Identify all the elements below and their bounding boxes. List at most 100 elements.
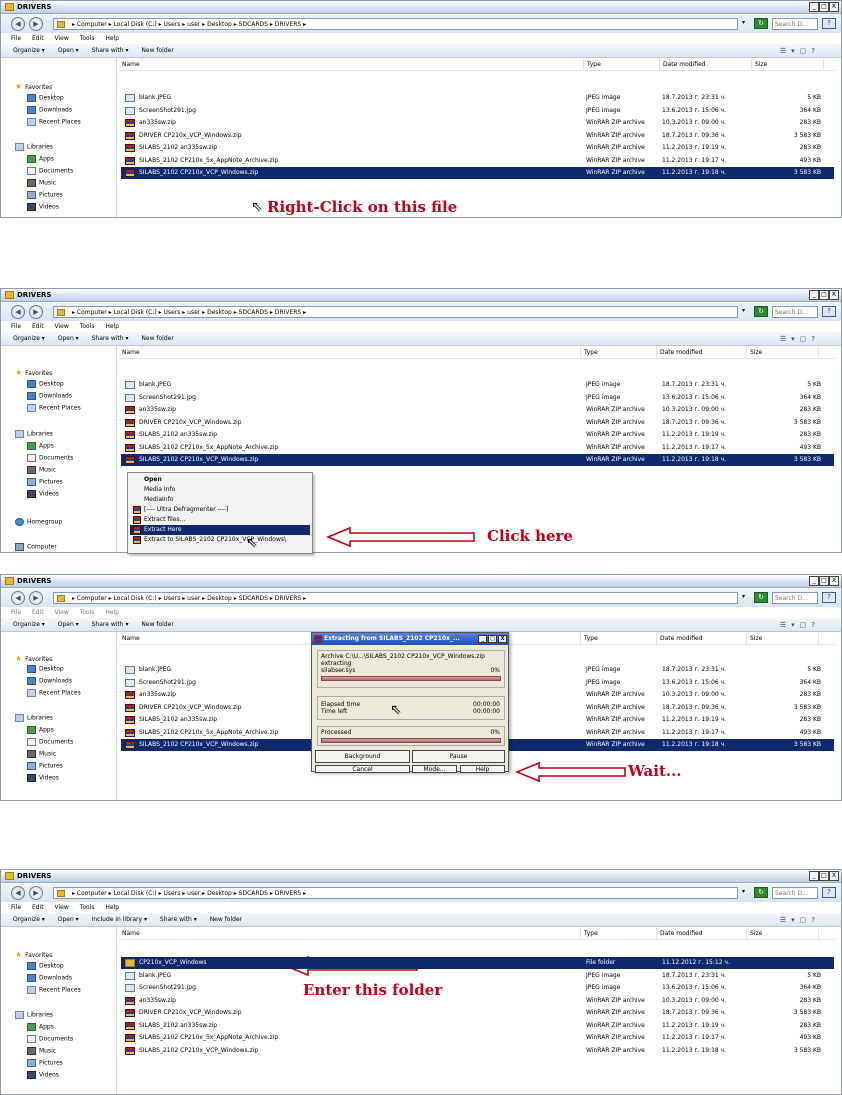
maximize-button[interactable]: □ <box>819 2 829 12</box>
column-name[interactable]: Name <box>119 927 581 940</box>
table-row[interactable]: DRIVER CP210x_VCP_Windows.zip WinRAR ZIP … <box>121 1007 834 1019</box>
table-row[interactable]: SILABS_2102 CP210x_5x_AppNote_Archive.zi… <box>121 155 834 167</box>
share-with-button[interactable]: Share with ▾ <box>92 621 129 628</box>
menu-tools[interactable]: Tools <box>80 323 95 330</box>
chevron-down-icon[interactable]: ▾ <box>742 19 745 26</box>
table-row[interactable]: SILABS_2102 CP210x_VCP_Windows.zip WinRAR… <box>121 454 834 466</box>
maximize-button[interactable]: □ <box>819 871 829 881</box>
open-button[interactable]: Open ▾ <box>58 335 79 342</box>
menu-view[interactable]: View <box>55 35 69 42</box>
forward-button[interactable]: ▶ <box>29 886 43 900</box>
ctx-media-info[interactable]: Media Info <box>130 485 310 495</box>
column-name[interactable]: Name <box>119 58 584 71</box>
nav-libraries[interactable]: Libraries <box>15 430 53 438</box>
nav-videos[interactable]: Videos <box>27 203 59 211</box>
menu-help[interactable]: Help <box>105 323 119 330</box>
nav-favorites[interactable]: ★ Favorites <box>15 654 52 663</box>
pause-button[interactable]: Pause <box>412 750 505 763</box>
mode-button[interactable]: Mode... <box>412 765 457 773</box>
table-row[interactable]: ScreenShot291.jpg JPEG image 13.6.2013 г. … <box>121 105 834 117</box>
nav-homegroup[interactable]: Homegroup <box>15 518 62 526</box>
breadcrumb[interactable]: ▸ Computer ▸ Local Disk (C:) ▸ Users ▸ u… <box>72 21 306 28</box>
nav-music[interactable]: Music <box>27 1047 56 1055</box>
nav-recent[interactable]: Recent Places <box>27 404 81 412</box>
address-bar[interactable]: ▸ Computer ▸ Local Disk (C:) ▸ Users ▸ u… <box>53 887 738 899</box>
nav-music[interactable]: Music <box>27 466 56 474</box>
nav-recent[interactable]: Recent Places <box>27 986 81 994</box>
table-row[interactable]: blank.JPEG JPEG image 18.7.2013 г. 23:31 ч… <box>121 970 834 982</box>
nav-downloads[interactable]: Downloads <box>27 392 72 400</box>
nav-documents[interactable]: Documents <box>27 167 73 175</box>
organize-button[interactable]: Organize ▾ <box>13 335 45 342</box>
menu-file[interactable]: File <box>11 323 21 330</box>
chevron-down-icon[interactable]: ▾ <box>742 888 745 895</box>
table-row[interactable]: SILABS_2102 CP210x_VCP_Windows.zip WinRAR… <box>121 167 834 179</box>
table-row[interactable]: ScreenShot291.jpg JPEG image 13.6.2013 г. … <box>121 392 834 404</box>
refresh-icon[interactable]: ↻ <box>754 306 768 317</box>
new-folder-button[interactable]: New folder <box>141 47 173 54</box>
nav-recent[interactable]: Recent Places <box>27 118 81 126</box>
address-bar[interactable]: ▸ Computer ▸ Local Disk (C:) ▸ Users ▸ u… <box>53 18 738 30</box>
forward-button[interactable]: ▶ <box>29 305 43 319</box>
column-type[interactable]: Type <box>581 927 657 940</box>
ctx-open[interactable]: Open <box>130 475 310 485</box>
search-input[interactable] <box>772 592 818 604</box>
nav-pictures[interactable]: Pictures <box>27 478 63 486</box>
share-with-button[interactable]: Share with ▾ <box>92 335 129 342</box>
minimize-button[interactable]: _ <box>809 871 819 881</box>
column-size[interactable]: Size <box>752 58 824 71</box>
nav-videos[interactable]: Videos <box>27 1071 59 1079</box>
menu-help[interactable]: Help <box>105 904 119 911</box>
nav-apps[interactable]: Apps <box>27 1023 54 1031</box>
column-size[interactable]: Size <box>747 927 819 940</box>
forward-button[interactable]: ▶ <box>29 17 43 31</box>
cancel-button[interactable]: Cancel <box>315 765 410 773</box>
close-button[interactable]: X <box>829 871 839 881</box>
nav-libraries[interactable]: Libraries <box>15 143 53 151</box>
help-icon[interactable]: ? <box>822 592 836 603</box>
nav-desktop[interactable]: Desktop <box>27 665 64 673</box>
column-size[interactable]: Size <box>747 346 819 359</box>
nav-favorites[interactable]: ★ Favorites <box>15 82 52 91</box>
nav-downloads[interactable]: Downloads <box>27 106 72 114</box>
search-input[interactable] <box>772 887 818 899</box>
table-row[interactable]: DRIVER CP210x_VCP_Windows.zip WinRAR ZIP … <box>121 417 834 429</box>
back-button[interactable]: ◀ <box>11 17 25 31</box>
open-button[interactable]: Open ▾ <box>58 916 79 923</box>
close-button[interactable]: X <box>829 576 839 586</box>
nav-apps[interactable]: Apps <box>27 442 54 450</box>
nav-documents[interactable]: Documents <box>27 454 73 462</box>
ctx-extract-to[interactable]: Extract to SILABS_2102 CP210x_VCP_Window… <box>130 535 310 545</box>
menu-view[interactable]: View <box>55 609 69 616</box>
menu-edit[interactable]: Edit <box>32 323 44 330</box>
nav-videos[interactable]: Videos <box>27 490 59 498</box>
menu-edit[interactable]: Edit <box>32 35 44 42</box>
help-icon[interactable]: ? <box>822 18 836 29</box>
help-button[interactable]: Help <box>460 765 505 773</box>
refresh-icon[interactable]: ↻ <box>754 592 768 603</box>
view-options-icon[interactable]: ☰▾▢? <box>780 44 820 58</box>
minimize-button[interactable]: _ <box>809 576 819 586</box>
view-options-icon[interactable]: ☰▾▢? <box>780 913 820 927</box>
menu-view[interactable]: View <box>55 323 69 330</box>
back-button[interactable]: ◀ <box>11 591 25 605</box>
column-date[interactable]: Date modified <box>657 346 747 359</box>
column-size[interactable]: Size <box>747 632 819 645</box>
nav-libraries[interactable]: Libraries <box>15 714 53 722</box>
nav-apps[interactable]: Apps <box>27 726 54 734</box>
chevron-down-icon[interactable]: ▾ <box>742 307 745 314</box>
menu-file[interactable]: File <box>11 35 21 42</box>
open-button[interactable]: Open ▾ <box>58 621 79 628</box>
dialog-minimize-button[interactable]: _ <box>478 635 487 643</box>
back-button[interactable]: ◀ <box>11 305 25 319</box>
menu-help[interactable]: Help <box>105 35 119 42</box>
organize-button[interactable]: Organize ▾ <box>13 47 45 54</box>
table-row[interactable]: SILABS_2102 an335sw.zip WinRAR ZIP archiv… <box>121 429 834 441</box>
column-date[interactable]: Date modified <box>660 58 752 71</box>
chevron-down-icon[interactable]: ▾ <box>742 593 745 600</box>
column-type[interactable]: Type <box>584 58 660 71</box>
nav-libraries[interactable]: Libraries <box>15 1011 53 1019</box>
nav-music[interactable]: Music <box>27 179 56 187</box>
column-type[interactable]: Type <box>581 632 657 645</box>
search-input[interactable] <box>772 18 818 30</box>
